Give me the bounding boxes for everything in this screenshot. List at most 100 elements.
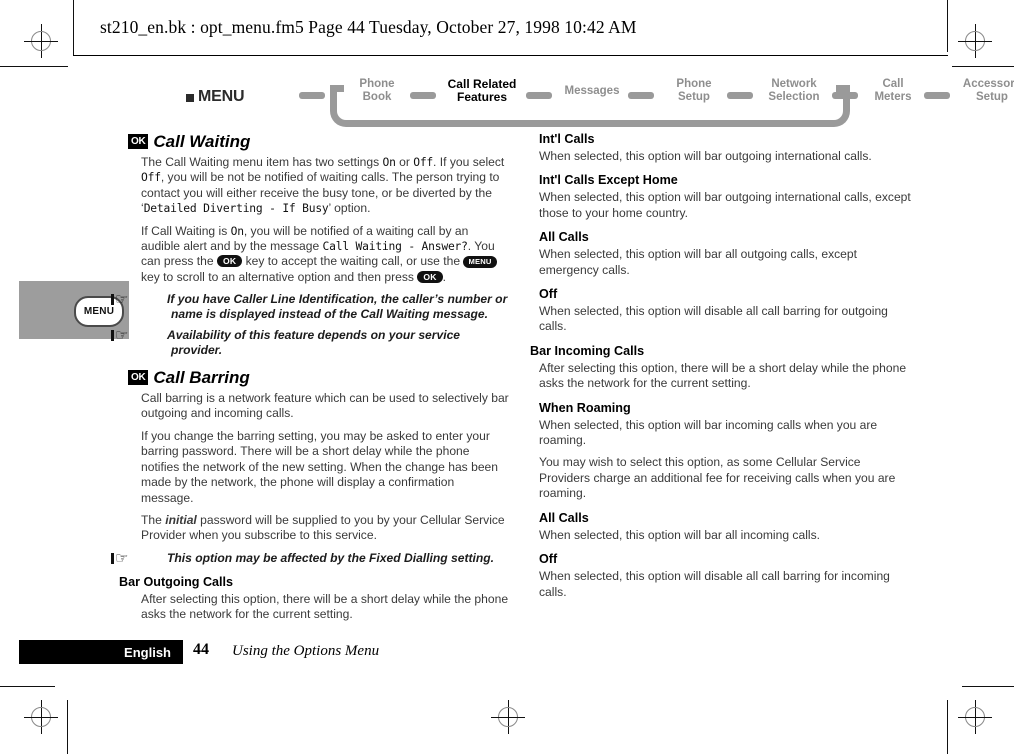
subheading-bar-outgoing-calls: Bar Outgoing Calls xyxy=(119,574,234,589)
call-barring-paragraph-1: Call barring is a network feature which … xyxy=(141,391,509,421)
call-waiting-note-2: ☞ Availability of this feature depends on… xyxy=(111,327,510,358)
breadcrumb-dash-0 xyxy=(299,92,325,99)
call-waiting-note-2-text: Availability of this feature depends on … xyxy=(167,327,461,357)
cw-p1-e: ’ option. xyxy=(328,201,371,216)
trim-mark-right-top xyxy=(947,0,948,52)
registration-mark-bottom-center xyxy=(491,700,525,734)
menu-key-icon: MENU xyxy=(463,256,497,269)
cw-p1-code-off2: Off xyxy=(141,171,161,185)
section-heading-call-barring-text: Call Barring xyxy=(153,368,250,388)
bar-incoming-calls-body: After selecting this option, there will … xyxy=(539,360,907,391)
breadcrumb-dash-6 xyxy=(924,92,950,99)
breadcrumb-item-call-related-features-line2: Features xyxy=(456,90,508,104)
breadcrumb-track-cap-left xyxy=(330,85,344,92)
breadcrumb-item-accessory-setup-line2: Setup xyxy=(976,91,1008,103)
header-divider xyxy=(73,55,948,56)
subheading-off-incoming: Off xyxy=(539,552,558,567)
pointing-hand-icon: ☞ xyxy=(111,292,167,307)
breadcrumb-item-phone-book-line2: Book xyxy=(362,91,392,103)
trim-mark-right-bottom xyxy=(947,700,948,754)
breadcrumb-item-call-related-features[interactable]: Call Related Features xyxy=(440,78,524,104)
bar-outgoing-calls-body: After selecting this option, there will … xyxy=(141,591,509,622)
intl-calls-except-home-body: When selected, this option will bar outg… xyxy=(539,190,911,220)
breadcrumb-item-messages[interactable]: Messages xyxy=(558,85,626,98)
cw-p2-e: key to scroll to an alternative option a… xyxy=(141,269,418,284)
cw-p1-c: . If you select xyxy=(433,155,505,169)
subheading-intl-calls: Int'l Calls xyxy=(539,132,595,146)
call-waiting-note-1-text: If you have Caller Line Identification, … xyxy=(167,292,508,322)
subheading-all-calls-outgoing: All Calls xyxy=(539,230,589,245)
cw-p1-code-diverting: Detailed Diverting - If Busy xyxy=(143,202,329,216)
breadcrumb-item-call-meters-line2: Meters xyxy=(874,91,912,103)
subheading-intl-calls-except-home: Int'l Calls Except Home xyxy=(539,173,678,188)
all-calls-incoming-body: When selected, this option will bar all … xyxy=(539,527,820,542)
cw-p2-f: . xyxy=(442,269,446,284)
breadcrumb-dash-4 xyxy=(727,92,753,99)
section-heading-call-barring: OK Call Barring xyxy=(128,368,510,388)
trim-mark-bottom-right xyxy=(962,686,1014,687)
call-barring-note-1-text: This option may be affected by the Fixed… xyxy=(167,550,495,565)
breadcrumb-dash-1 xyxy=(410,92,436,99)
ok-badge-icon-2: OK xyxy=(128,369,149,385)
call-waiting-paragraph-2: If Call Waiting is On, you will be notif… xyxy=(141,224,510,286)
breadcrumb-dash-3 xyxy=(628,92,654,99)
breadcrumb-item-call-meters[interactable]: Call Meters xyxy=(865,78,921,104)
section-heading-call-waiting-text: Call Waiting xyxy=(153,132,251,151)
off-incoming-body: When selected, this option will disable … xyxy=(539,569,890,599)
breadcrumb-item-phone-setup-line2: Setup xyxy=(678,91,710,103)
all-calls-outgoing-body: When selected, this option will bar all … xyxy=(539,247,857,277)
breadcrumb-item-network-selection[interactable]: Network Selection xyxy=(759,78,829,104)
menu-breadcrumb-bar: MENU Phone Book Call Related Features Me… xyxy=(186,78,1014,127)
call-barring-paragraph-3: The initial password will be supplied to… xyxy=(141,513,510,544)
when-roaming-body-1: When selected, this option will bar inco… xyxy=(539,417,878,448)
cw-p2-code-on: On xyxy=(230,224,244,238)
trim-mark-bottom-left xyxy=(0,686,55,687)
breadcrumb-item-accessory-setup-line1: Accessory xyxy=(962,78,1014,90)
subheading-all-calls-incoming: All Calls xyxy=(539,510,589,525)
pointing-hand-icon-3: ☞ xyxy=(111,551,167,566)
call-waiting-note-1: ☞ If you have Caller Line Identification,… xyxy=(111,292,510,322)
menu-square-icon xyxy=(186,94,194,102)
call-barring-paragraph-2: If you change the barring setting, you m… xyxy=(141,428,498,505)
breadcrumb-item-network-selection-line1: Network xyxy=(771,78,817,90)
ok-badge-icon: OK xyxy=(128,133,149,149)
right-column: Int'l Calls When selected, this option w… xyxy=(530,132,912,607)
breadcrumb-item-call-meters-line1: Call xyxy=(882,78,904,90)
off-outgoing-body: When selected, this option will disable … xyxy=(539,304,888,334)
header-file-line: st210_en.bk : opt_menu.fm5 Page 44 Tuesd… xyxy=(100,17,637,37)
cw-p1-b: or xyxy=(395,155,414,169)
breadcrumb-dash-2 xyxy=(526,92,552,99)
manual-page: st210_en.bk : opt_menu.fm5 Page 44 Tuesd… xyxy=(0,0,1014,754)
registration-mark-top-left xyxy=(24,24,58,58)
cw-p1-a: The Call Waiting menu item has two setti… xyxy=(141,155,383,169)
cw-p1-code-on: On xyxy=(382,156,396,169)
trim-mark-top-right xyxy=(952,66,1014,67)
subheading-off-outgoing: Off xyxy=(539,287,558,302)
breadcrumb-item-phone-book-line1: Phone xyxy=(359,78,395,90)
breadcrumb-item-phone-setup-line1: Phone xyxy=(676,78,712,90)
cw-p2-d: key to accept the waiting call, or use t… xyxy=(242,254,464,269)
cb-p3-emphasis: initial xyxy=(165,512,197,527)
breadcrumb-item-phone-setup[interactable]: Phone Setup xyxy=(664,78,724,104)
when-roaming-body-2: You may wish to select this option, as s… xyxy=(539,455,896,501)
registration-mark-top-right xyxy=(958,24,992,58)
footer-language-label: English xyxy=(124,644,171,660)
call-barring-note-1: ☞ This option may be affected by the Fixe… xyxy=(111,550,510,566)
ok-key-icon-2: OK xyxy=(417,270,443,283)
breadcrumb-item-phone-book[interactable]: Phone Book xyxy=(346,78,408,104)
trim-mark-left-bottom xyxy=(67,700,68,754)
call-waiting-paragraph-1: The Call Waiting menu item has two setti… xyxy=(141,155,510,217)
cw-p1-code-off: Off xyxy=(413,156,434,169)
intl-calls-body: When selected, this option will bar outg… xyxy=(539,149,872,163)
left-column: OK Call Waiting The Call Waiting menu it… xyxy=(111,132,510,630)
breadcrumb-menu-label: MENU xyxy=(198,88,245,105)
cw-p2-code-answer: Call Waiting - Answer? xyxy=(322,240,468,254)
pointing-hand-icon-2: ☞ xyxy=(111,328,167,343)
registration-mark-bottom-left xyxy=(24,700,58,734)
breadcrumb-item-accessory-setup[interactable]: Accessory Setup xyxy=(956,78,1014,104)
subheading-bar-incoming-calls: Bar Incoming Calls xyxy=(530,343,645,358)
breadcrumb-dash-5 xyxy=(832,92,858,99)
subheading-when-roaming: When Roaming xyxy=(539,400,631,415)
cb-p3-a: The xyxy=(141,512,166,527)
ok-key-icon: OK xyxy=(216,255,243,268)
